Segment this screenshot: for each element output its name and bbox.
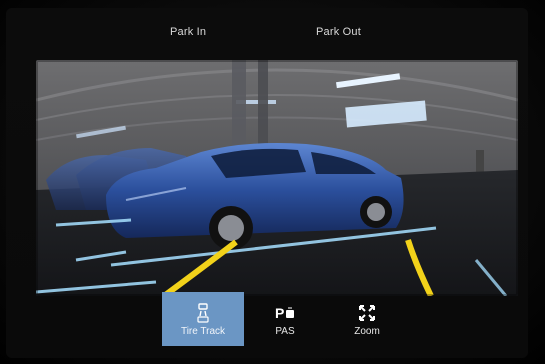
pas-label: PAS: [275, 325, 295, 337]
pas-button[interactable]: P PAS: [244, 292, 326, 346]
zoom-button[interactable]: Zoom: [326, 292, 408, 346]
tire-track-icon: [195, 302, 211, 324]
camera-toolbar: Tire Track P PAS Zoom: [0, 292, 545, 348]
tire-track-button[interactable]: Tire Track: [162, 292, 244, 346]
pas-icon: P: [274, 302, 296, 324]
tab-park-in[interactable]: Park In: [170, 26, 206, 38]
tab-park-out[interactable]: Park Out: [316, 26, 361, 38]
zoom-icon: [357, 302, 377, 324]
parking-camera-view: [36, 60, 518, 296]
tire-track-label: Tire Track: [180, 325, 226, 337]
svg-text:P: P: [275, 305, 284, 321]
zoom-label: Zoom: [354, 325, 380, 337]
